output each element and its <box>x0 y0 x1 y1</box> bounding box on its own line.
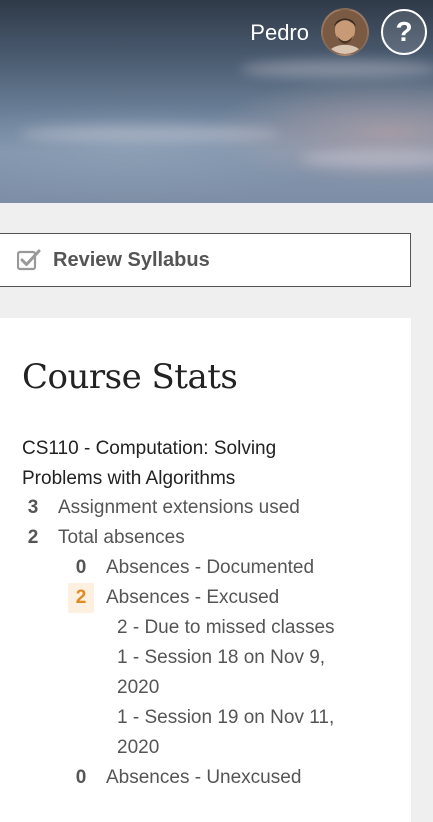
excused-detail: 2 - Due to missed classes <box>117 617 335 638</box>
unexcused-count: 0 <box>75 767 87 788</box>
avatar[interactable] <box>321 8 369 56</box>
documented-label: Absences - Documented <box>106 557 315 578</box>
extensions-count: 3 <box>27 497 39 518</box>
course-stats-title: Course Stats <box>22 357 238 397</box>
review-syllabus-label: Review Syllabus <box>53 248 210 271</box>
excused-detail: 1 - Session 18 on Nov 9, <box>117 647 326 668</box>
excused-detail: 2020 <box>117 677 160 698</box>
documented-count: 0 <box>75 557 87 578</box>
excused-detail: 1 - Session 19 on Nov 11, <box>117 707 335 728</box>
help-icon: ? <box>395 16 413 47</box>
review-syllabus-button[interactable]: Review Syllabus <box>0 233 411 287</box>
course-name: CS110 - Computation: Solving Problems wi… <box>22 438 277 489</box>
unexcused-label: Absences - Unexcused <box>106 767 302 788</box>
total-absences-label: Total absences <box>58 527 185 548</box>
checkbox-check-icon <box>17 249 41 271</box>
extensions-label: Assignment extensions used <box>58 497 300 518</box>
total-absences-count: 2 <box>27 527 39 548</box>
excused-detail: 2020 <box>117 737 160 758</box>
excused-count: 2 <box>68 583 94 613</box>
help-button[interactable]: ? <box>381 9 427 55</box>
excused-label: Absences - Excused <box>106 587 280 608</box>
user-name[interactable]: Pedro <box>250 20 309 46</box>
